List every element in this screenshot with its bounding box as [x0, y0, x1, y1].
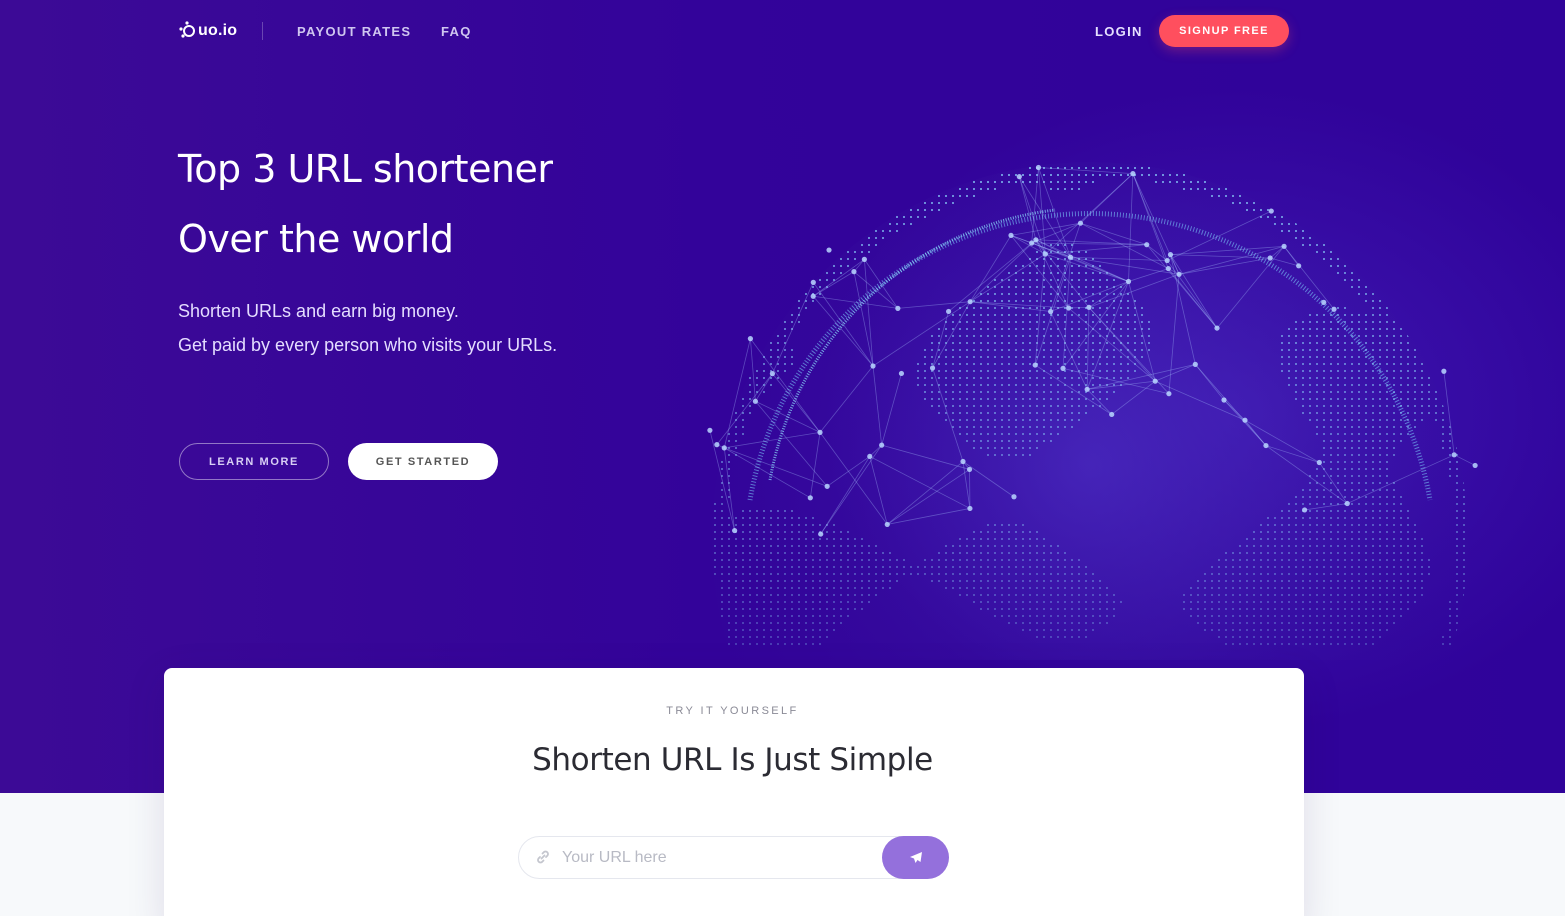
link-icon — [537, 850, 549, 864]
hero-headline-line-1: Top 3 URL shortener — [178, 147, 553, 191]
url-input[interactable] — [562, 846, 872, 870]
login-link[interactable]: LOGIN — [1095, 24, 1143, 39]
nav-divider — [262, 22, 263, 40]
hero-subtitle-line-2: Get paid by every person who visits your… — [178, 335, 558, 355]
globe-illustration — [707, 162, 1478, 660]
hero-headline-line-2: Over the world — [178, 217, 454, 261]
shortener-eyebrow: TRY IT YOURSELF — [666, 705, 799, 717]
get-started-button[interactable]: GET STARTED — [348, 443, 498, 480]
hero-subtitle-line-1: Shorten URLs and earn big money. — [178, 301, 459, 321]
shortener-title: Shorten URL Is Just Simple — [532, 742, 933, 778]
shorten-submit-button[interactable] — [882, 836, 949, 879]
nav-link-payout-rates[interactable]: PAYOUT RATES — [297, 24, 411, 39]
signup-button[interactable]: SIGNUP FREE — [1159, 15, 1289, 47]
logo-text: uo.io — [198, 22, 238, 39]
nav-link-faq[interactable]: FAQ — [441, 24, 472, 39]
logo-icon — [179, 21, 195, 38]
brand-logo[interactable]: uo.io — [178, 20, 237, 42]
learn-more-button[interactable]: LEARN MORE — [179, 443, 329, 480]
top-navbar: uo.io PAYOUT RATES FAQ LOGIN SIGNUP FREE — [0, 0, 1565, 64]
paper-plane-icon — [909, 851, 922, 863]
